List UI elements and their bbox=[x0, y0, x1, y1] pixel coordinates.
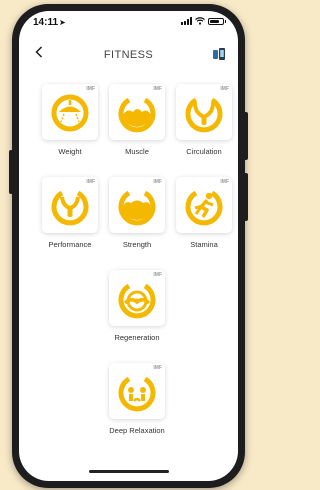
tile-regeneration-card[interactable]: IMF bbox=[109, 270, 165, 326]
imf-badge: IMF bbox=[220, 86, 229, 92]
side-button-right-upper bbox=[244, 112, 248, 160]
header: FITNESS bbox=[19, 45, 238, 69]
imf-badge: IMF bbox=[86, 179, 95, 185]
location-arrow-icon: ➤ bbox=[59, 18, 66, 27]
tile-label: Performance bbox=[48, 240, 92, 249]
tile-label: Stamina bbox=[190, 240, 218, 249]
regeneration-icon bbox=[118, 283, 156, 319]
signal-icon bbox=[181, 17, 192, 25]
tile-stamina-card[interactable]: IMF bbox=[176, 177, 232, 233]
tile-label: Deep Relaxation bbox=[109, 426, 165, 435]
status-time-text: 14:11 bbox=[33, 17, 59, 28]
app-screen: 14:11➤ FITNESS IMF Weight IMF Muscle IMF… bbox=[19, 11, 238, 481]
tile-label: Muscle bbox=[125, 147, 149, 156]
tile-label: Regeneration bbox=[114, 333, 160, 342]
tile-performance-card[interactable]: IMF bbox=[42, 177, 98, 233]
battery-icon bbox=[208, 17, 226, 25]
scale-icon bbox=[51, 94, 89, 132]
tile-deep-relaxation-card[interactable]: IMF bbox=[109, 363, 165, 419]
status-icons bbox=[181, 17, 226, 25]
tile-strength[interactable]: IMF Strength bbox=[107, 177, 167, 249]
circulation-icon bbox=[185, 97, 223, 133]
runner-icon bbox=[185, 190, 223, 226]
tile-label: Strength bbox=[122, 240, 152, 249]
imf-badge: IMF bbox=[153, 272, 162, 278]
tile-circulation-card[interactable]: IMF bbox=[176, 84, 232, 140]
relaxation-icon bbox=[118, 376, 156, 412]
tile-circulation[interactable]: IMF Circulation bbox=[174, 84, 234, 156]
tile-label: Circulation bbox=[186, 147, 222, 156]
status-time: 14:11➤ bbox=[33, 17, 66, 28]
tile-weight-card[interactable]: IMF bbox=[42, 84, 98, 140]
tile-weight[interactable]: IMF Weight bbox=[40, 84, 100, 156]
tile-label: Weight bbox=[58, 147, 82, 156]
side-button-right-lower bbox=[244, 173, 248, 221]
device-icon[interactable] bbox=[212, 47, 226, 61]
phone-frame: 14:11➤ FITNESS IMF Weight IMF Muscle IMF… bbox=[12, 4, 245, 488]
imf-badge: IMF bbox=[86, 86, 95, 92]
home-indicator[interactable] bbox=[89, 470, 169, 473]
tile-muscle-card[interactable]: IMF bbox=[109, 84, 165, 140]
tile-strength-card[interactable]: IMF bbox=[109, 177, 165, 233]
strength-icon bbox=[118, 190, 156, 226]
tile-muscle[interactable]: IMF Muscle bbox=[107, 84, 167, 156]
tile-regeneration[interactable]: IMF Regeneration bbox=[107, 270, 167, 342]
page-title: FITNESS bbox=[103, 49, 154, 61]
muscle-icon bbox=[118, 97, 156, 133]
status-bar: 14:11➤ bbox=[19, 11, 238, 33]
performance-icon bbox=[51, 190, 89, 226]
imf-badge: IMF bbox=[153, 86, 162, 92]
tile-performance[interactable]: IMF Performance bbox=[40, 177, 100, 249]
imf-badge: IMF bbox=[220, 179, 229, 185]
side-button-left bbox=[9, 150, 13, 194]
imf-badge: IMF bbox=[153, 179, 162, 185]
wifi-icon bbox=[195, 17, 205, 25]
imf-badge: IMF bbox=[153, 365, 162, 371]
tile-stamina[interactable]: IMF Stamina bbox=[174, 177, 234, 249]
tile-deep-relaxation[interactable]: IMF Deep Relaxation bbox=[107, 363, 167, 435]
